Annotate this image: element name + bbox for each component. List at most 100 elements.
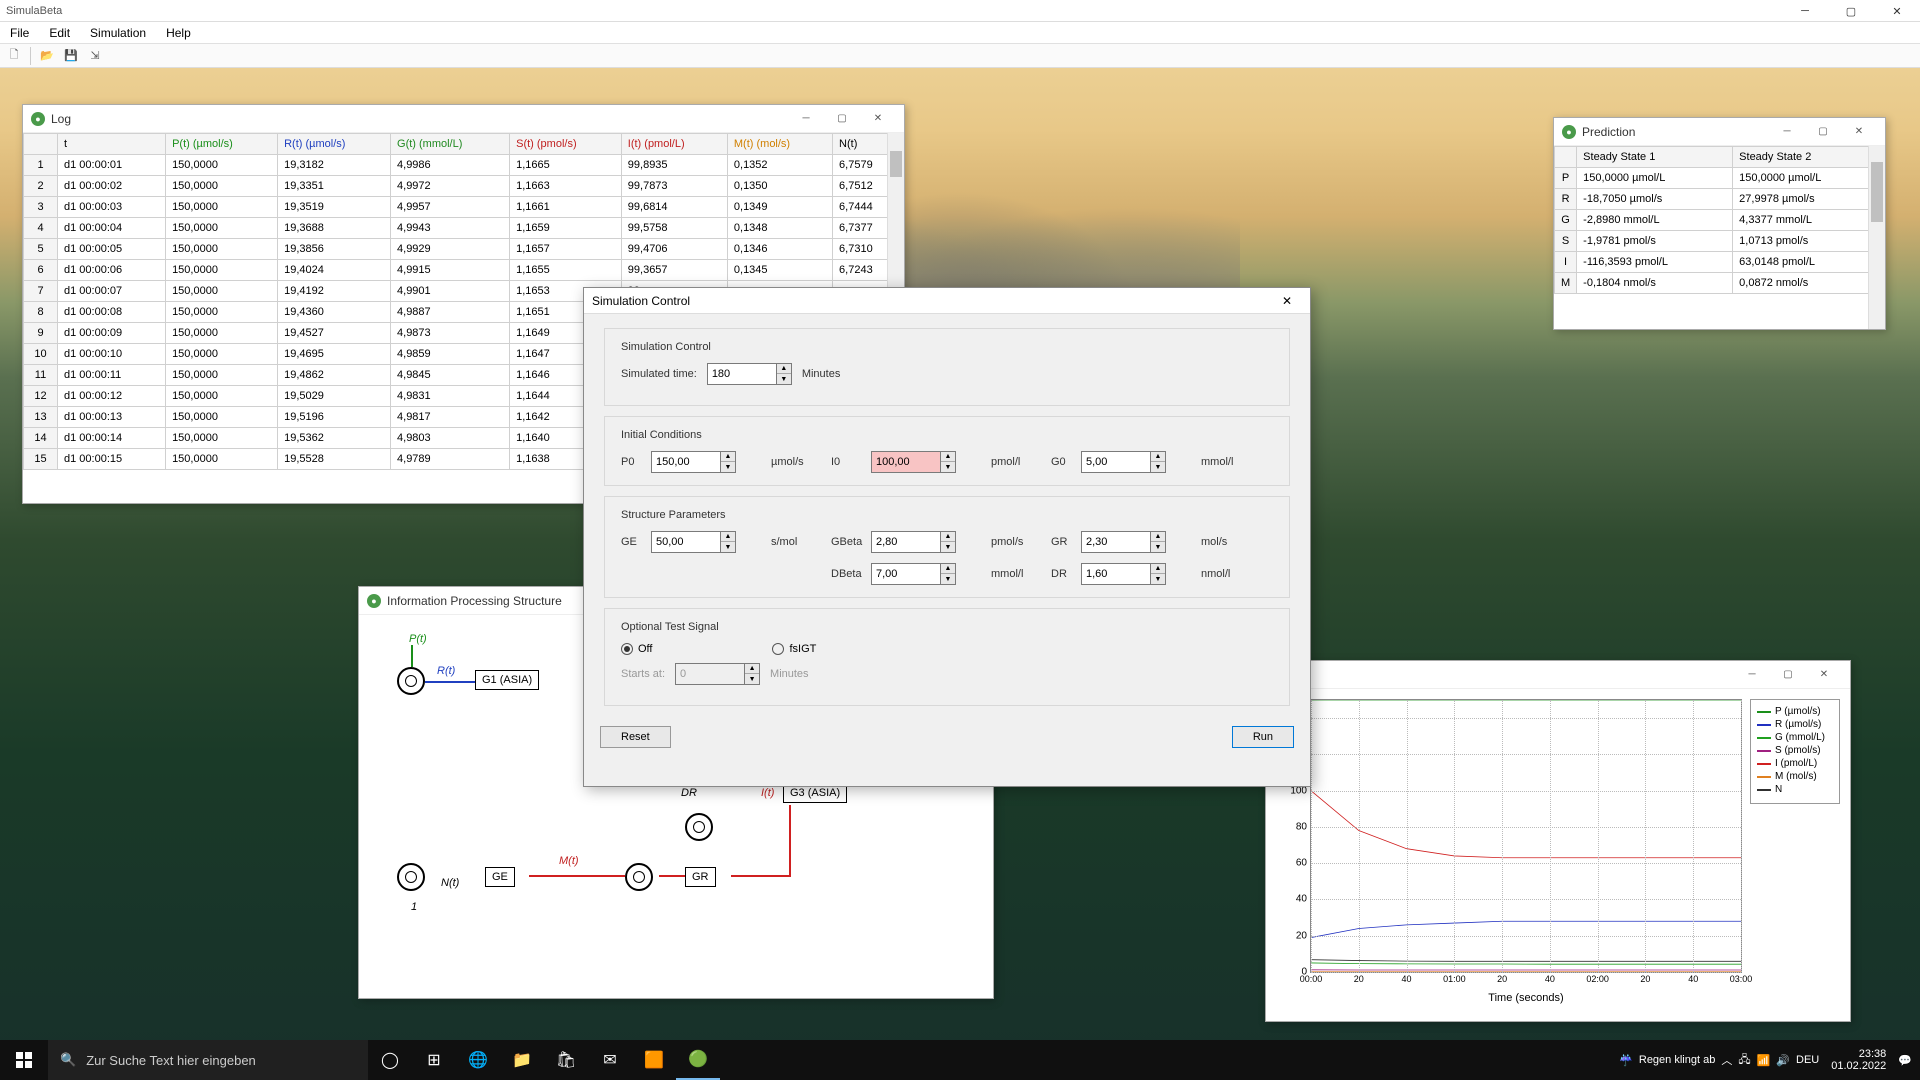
test-title: Optional Test Signal [621,621,1273,633]
sim-dialog-titlebar[interactable]: Simulation Control ✕ [584,288,1310,314]
radio-fsigt[interactable]: fsIGT [772,643,816,655]
explorer-icon[interactable]: 📁 [500,1040,544,1080]
prediction-title: Prediction [1582,125,1635,139]
start-button[interactable] [0,1040,48,1080]
search-placeholder: Zur Suche Text hier eingeben [86,1053,256,1068]
ge-stepper[interactable]: ▲▼ [651,531,771,553]
mail-icon[interactable]: ✉ [588,1040,632,1080]
box-gr: GR [685,867,716,887]
dr-stepper[interactable]: ▲▼ [1081,563,1201,585]
chart-minimize[interactable]: ─ [1734,661,1770,689]
chevron-up-icon[interactable]: ︿ [1721,1052,1732,1068]
clock-date: 01.02.2022 [1831,1060,1886,1072]
prediction-table[interactable]: Steady State 1Steady State 2P150,0000 µm… [1554,146,1885,294]
chart-plot: Time (seconds) 02040608010012014000:0020… [1310,699,1742,973]
radio-off[interactable]: Off [621,643,652,655]
dbeta-stepper[interactable]: ▲▼ [871,563,991,585]
prediction-titlebar[interactable]: ● Prediction ─ ▢ ✕ [1554,118,1885,146]
app-minimize[interactable]: ─ [1782,0,1828,22]
sim-dialog-close[interactable]: ✕ [1272,294,1302,308]
log-maximize[interactable]: ▢ [824,105,860,133]
open-icon[interactable]: 📂 [37,46,57,66]
network-icon[interactable]: 🖧 [1738,1051,1750,1070]
ips-icon: ● [367,594,381,608]
menu-edit[interactable]: Edit [39,23,80,43]
gr-stepper[interactable]: ▲▼ [1081,531,1201,553]
language-indicator[interactable]: DEU [1796,1054,1819,1066]
box-g1: G1 (ASIA) [475,670,539,690]
export-icon[interactable]: ⇲ [85,46,105,66]
i0-label: I0 [831,456,871,468]
simulated-time-input[interactable] [707,363,777,385]
wifi-icon[interactable]: 📶 [1757,1054,1771,1067]
g0-unit: mmol/l [1201,456,1237,468]
p0-stepper[interactable]: ▲▼ [651,451,771,473]
gbeta-unit: pmol/s [991,536,1027,548]
dr-input[interactable] [1081,563,1151,585]
g0-label: G0 [1051,456,1081,468]
init-title: Initial Conditions [621,429,1273,441]
g0-input[interactable] [1081,451,1151,473]
simulabeta-taskbar-icon[interactable]: 🟢 [676,1040,720,1080]
clock[interactable]: 23:38 01.02.2022 [1825,1048,1892,1072]
pred-minimize[interactable]: ─ [1769,118,1805,146]
i0-input[interactable] [871,451,941,473]
new-doc-icon[interactable]: 🗋 [4,46,24,66]
simulated-time-label: Simulated time: [621,368,697,380]
weather-icon: ☔ [1619,1054,1633,1067]
box-ge: GE [485,867,515,887]
struct-title: Structure Parameters [621,509,1273,521]
app-close[interactable]: ✕ [1874,0,1920,22]
save-icon[interactable]: 💾 [61,46,81,66]
menu-file[interactable]: File [0,23,39,43]
i0-stepper[interactable]: ▲▼ [871,451,991,473]
ge-label: GE [621,536,651,548]
pred-close[interactable]: ✕ [1841,118,1877,146]
log-close[interactable]: ✕ [860,105,896,133]
p0-input[interactable] [651,451,721,473]
pred-maximize[interactable]: ▢ [1805,118,1841,146]
menubar: File Edit Simulation Help [0,22,1920,44]
group-initial-conditions: Initial Conditions P0 ▲▼ µmol/s I0 ▲▼ pm… [604,416,1290,486]
store-icon[interactable]: 🛍 [544,1040,588,1080]
up-arrow-icon[interactable]: ▲ [777,364,791,374]
app-maximize[interactable]: ▢ [1828,0,1874,22]
log-icon: ● [31,112,45,126]
taskbar-search[interactable]: 🔍 Zur Suche Text hier eingeben [48,1040,368,1080]
edge-icon[interactable]: 🌐 [456,1040,500,1080]
down-arrow-icon[interactable]: ▼ [777,374,791,384]
menu-simulation[interactable]: Simulation [80,23,156,43]
run-button[interactable]: Run [1232,726,1294,748]
volume-icon[interactable]: 🔊 [1776,1054,1790,1067]
search-icon: 🔍 [60,1052,76,1068]
gr-unit: mol/s [1201,536,1237,548]
menu-help[interactable]: Help [156,23,201,43]
node-m [625,863,653,891]
dbeta-input[interactable] [871,563,941,585]
ge-unit: s/mol [771,536,807,548]
ge-input[interactable] [651,531,721,553]
p0-label: P0 [621,456,651,468]
taskview-icon[interactable]: ⊞ [412,1040,456,1080]
system-tray[interactable]: ☔ Regen klingt ab ︿ 🖧 📶 🔊 DEU 23:38 01.0… [1611,1048,1920,1072]
label-rt: R(t) [437,665,455,677]
office-icon[interactable]: 🟧 [632,1040,676,1080]
pred-scrollbar[interactable] [1868,146,1885,329]
simulated-time-stepper[interactable]: ▲▼ [707,363,792,385]
gbeta-stepper[interactable]: ▲▼ [871,531,991,553]
gbeta-input[interactable] [871,531,941,553]
log-minimize[interactable]: ─ [788,105,824,133]
label-it: I(t) [761,787,774,799]
chart-titlebar[interactable]: ─ ▢ ✕ [1266,661,1850,689]
chart-close[interactable]: ✕ [1806,661,1842,689]
g0-stepper[interactable]: ▲▼ [1081,451,1201,473]
cortana-icon[interactable]: ◯ [368,1040,412,1080]
gr-input[interactable] [1081,531,1151,553]
chart-maximize[interactable]: ▢ [1770,661,1806,689]
gbeta-label: GBeta [831,536,871,548]
simulation-control-dialog: Simulation Control ✕ Simulation Control … [583,287,1311,787]
sim-dialog-title: Simulation Control [592,294,690,308]
notifications-icon[interactable]: 💬 [1898,1054,1912,1067]
log-titlebar[interactable]: ● Log ─ ▢ ✕ [23,105,904,133]
reset-button[interactable]: Reset [600,726,671,748]
